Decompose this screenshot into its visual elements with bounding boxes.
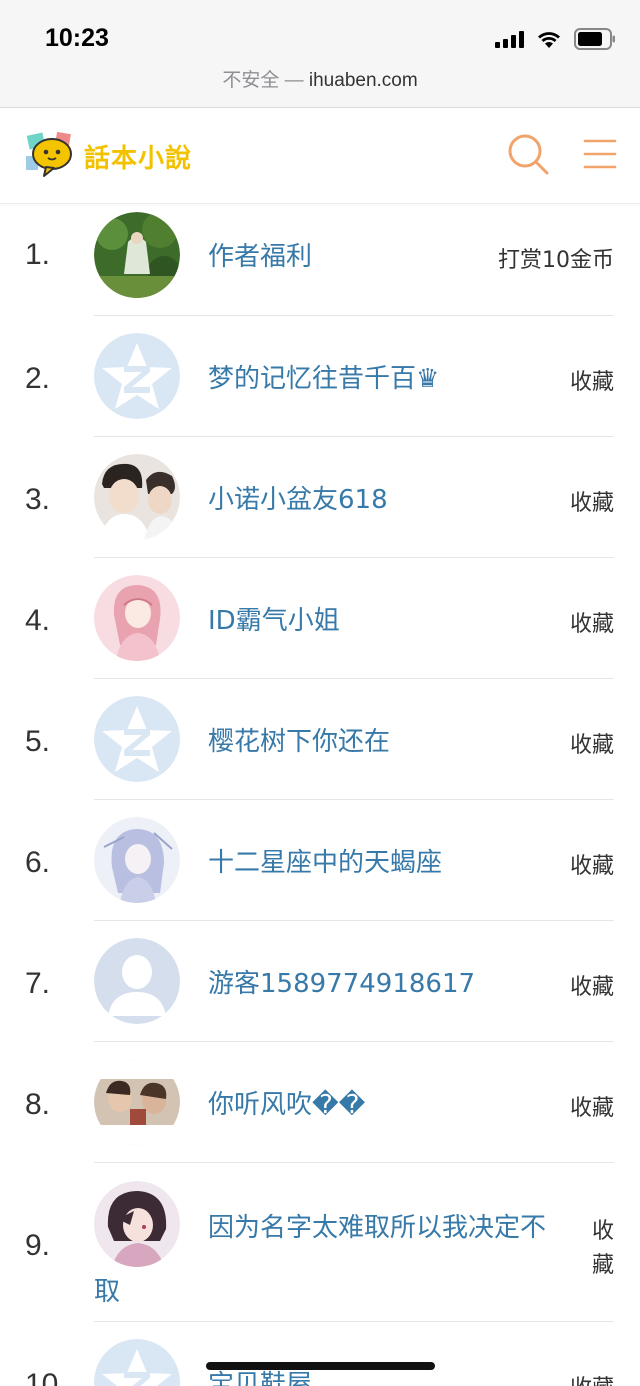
list-item: 3. 小诺小盆友618 收藏 <box>0 437 640 558</box>
user-name-link[interactable]: 因为名字太难取所以我决定不 <box>208 1207 546 1244</box>
search-button[interactable] <box>506 132 550 176</box>
list-item: 4. ID霸气小姐 收藏 <box>0 558 640 679</box>
url-separator: — <box>279 70 309 91</box>
tip-coins-button[interactable]: 打赏10金币 <box>498 242 614 274</box>
user-name-link[interactable]: 作者福利 <box>208 236 312 273</box>
user-avatar[interactable] <box>94 212 180 298</box>
favorite-button[interactable]: 收藏 <box>570 727 614 759</box>
user-avatar[interactable] <box>94 1181 180 1267</box>
user-name-link[interactable]: ID霸气小姐 <box>208 600 340 637</box>
list-item: 6. 十二星座中的天蝎座 收藏 <box>0 800 640 921</box>
site-logo[interactable]: 話本小說 <box>22 128 222 184</box>
list-item: 2. 梦的记忆往昔千百♛ 收藏 <box>0 316 640 437</box>
list-item: 10. 宝贝鞋屋 收藏 <box>0 1322 640 1386</box>
rank-number: 3. <box>25 483 51 516</box>
favorite-button[interactable]: 收藏 <box>570 848 614 880</box>
cellular-signal-icon <box>495 30 524 48</box>
battery-icon <box>574 28 616 50</box>
rank-number: 1. <box>25 238 51 271</box>
user-name-link[interactable]: 游客1589774918617 <box>208 963 475 1000</box>
user-avatar[interactable] <box>94 1339 180 1386</box>
wifi-icon <box>536 29 562 49</box>
rank-number: 7. <box>25 967 51 1000</box>
user-name-link[interactable]: 小诺小盆友618 <box>208 479 388 516</box>
user-avatar[interactable] <box>94 817 180 903</box>
user-name-link-continued[interactable]: 取 <box>94 1271 120 1308</box>
rank-number: 8. <box>25 1088 51 1121</box>
favorite-button[interactable]: 收藏 <box>570 1090 614 1122</box>
user-avatar[interactable] <box>94 1059 180 1145</box>
home-indicator[interactable] <box>206 1362 435 1370</box>
insecure-label: 不安全 <box>222 70 280 91</box>
user-avatar[interactable] <box>94 575 180 661</box>
status-icons <box>495 28 616 50</box>
list-item: 9. 因为名字太难取所以我决定不 取 收 藏 <box>0 1163 640 1322</box>
favorite-button-line1[interactable]: 收 <box>592 1213 614 1245</box>
user-name-link[interactable]: 你听风吹�� <box>208 1084 365 1121</box>
list-item: 1. 作者福利 打赏10金币 <box>0 204 640 316</box>
url-display[interactable]: 不安全 — ihuaben.com <box>222 70 417 91</box>
rank-number: 4. <box>25 604 51 637</box>
menu-button[interactable] <box>582 136 618 172</box>
hamburger-menu-icon <box>583 139 617 169</box>
rank-number: 9. <box>25 1229 51 1262</box>
rank-number: 10. <box>25 1368 67 1386</box>
list-item: 8. 你听风吹�� 收藏 <box>0 1042 640 1163</box>
search-icon <box>508 134 549 175</box>
user-name-link[interactable]: 梦的记忆往昔千百♛ <box>208 358 439 395</box>
favorite-button[interactable]: 收藏 <box>570 1370 614 1386</box>
favorite-button-line2[interactable]: 藏 <box>592 1247 614 1279</box>
favorite-button[interactable]: 收藏 <box>570 485 614 517</box>
address-bar[interactable]: 不安全 — ihuaben.com <box>0 60 640 108</box>
favorite-button[interactable]: 收藏 <box>570 606 614 638</box>
user-avatar[interactable] <box>94 696 180 782</box>
list-item: 5. 樱花树下你还在 收藏 <box>0 679 640 800</box>
favorite-button[interactable]: 收藏 <box>570 364 614 396</box>
url-domain: ihuaben.com <box>308 70 418 91</box>
list-item: 7. 游客1589774918617 收藏 <box>0 921 640 1042</box>
user-name-link[interactable]: 樱花树下你还在 <box>208 721 390 758</box>
rank-number: 5. <box>25 725 51 758</box>
favorite-button[interactable]: 收藏 <box>570 969 614 1001</box>
rank-number: 6. <box>25 846 51 879</box>
rank-number: 2. <box>25 362 51 395</box>
logo-text: 話本小說 <box>84 143 193 174</box>
speech-bubble-logo-icon <box>22 128 78 184</box>
user-avatar[interactable] <box>94 454 180 540</box>
status-time: 10:23 <box>45 24 109 52</box>
user-avatar[interactable] <box>94 938 180 1024</box>
site-header: 話本小說 <box>0 108 640 204</box>
user-name-link[interactable]: 十二星座中的天蝎座 <box>208 842 442 879</box>
status-bar: 10:23 <box>0 0 640 60</box>
user-avatar[interactable] <box>94 333 180 419</box>
